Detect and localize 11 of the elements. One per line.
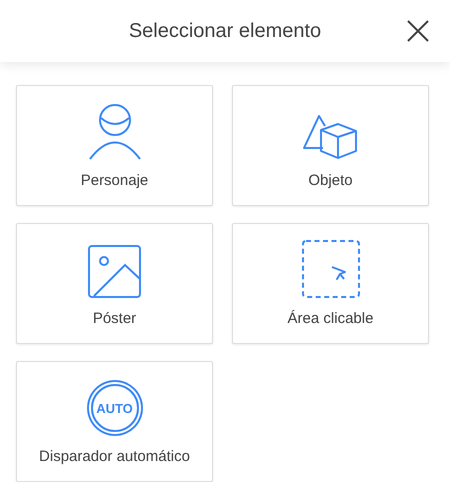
person-icon	[88, 104, 140, 160]
shapes-icon	[303, 114, 358, 160]
element-card[interactable]: Póster	[16, 223, 213, 344]
element-card[interactable]: Objeto	[232, 85, 429, 206]
element-card[interactable]: Área clicable	[232, 223, 429, 344]
image-icon	[88, 245, 141, 298]
dialog-title: Seleccionar elemento	[128, 20, 322, 42]
cursor-area-icon	[302, 240, 360, 298]
element-card[interactable]: Personaje	[16, 85, 213, 206]
element-card[interactable]: AUTO Disparador automático	[16, 361, 213, 482]
close-icon	[407, 20, 429, 42]
